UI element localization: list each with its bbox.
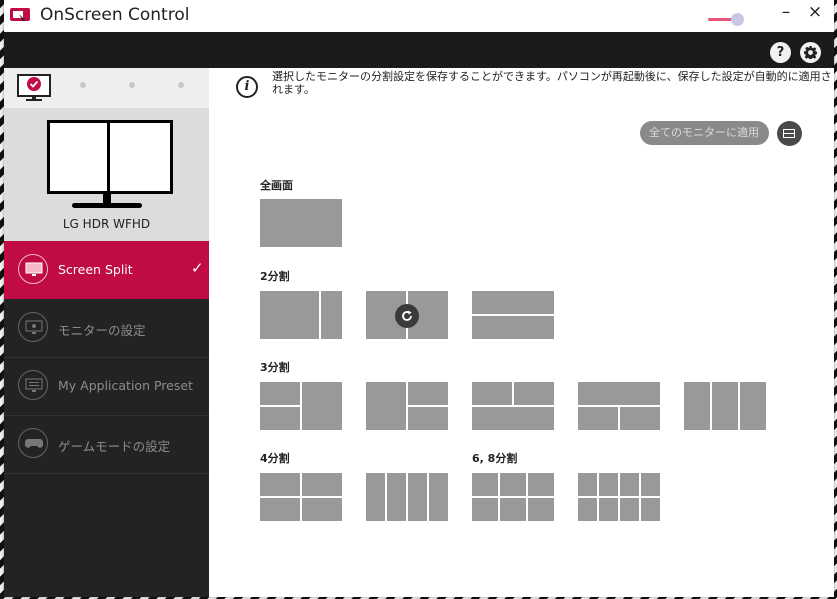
layout-4-split-grid[interactable] — [260, 473, 342, 521]
monitor-preview-screen — [47, 120, 173, 194]
sidebar-item-game-mode[interactable]: ゲームモードの設定 — [4, 415, 209, 474]
help-button[interactable]: ? — [770, 42, 791, 63]
sidebar-item-label: ゲームモードの設定 — [58, 439, 171, 454]
screen-split-icon — [18, 254, 48, 284]
sidebar-item-label: モニターの設定 — [58, 323, 146, 338]
selected-monitor-icon[interactable] — [17, 74, 51, 102]
brightness-slider[interactable] — [708, 13, 750, 26]
monitor-settings-icon — [18, 312, 48, 342]
gamepad-icon — [18, 428, 48, 458]
brightness-knob[interactable] — [730, 13, 744, 26]
monitor-preview: LG HDR WFHD — [4, 108, 209, 241]
checkmark-icon: ✓ — [191, 259, 204, 277]
monitor-selector — [4, 68, 209, 108]
layout-3-split-columns[interactable] — [684, 382, 766, 430]
minimize-button[interactable]: – — [775, 2, 797, 22]
layout-3-split-bottom-large[interactable] — [472, 382, 554, 430]
monitor-dot-4[interactable] — [178, 82, 184, 88]
monitor-name: LG HDR WFHD — [62, 217, 151, 231]
section-four-split: 4分割 — [260, 452, 290, 465]
rotate-icon[interactable] — [395, 304, 419, 328]
gear-icon — [804, 46, 818, 60]
layout-3-split-right-large[interactable] — [260, 382, 342, 430]
monitor-dot-2[interactable] — [80, 82, 86, 88]
settings-button[interactable] — [800, 42, 821, 63]
info-icon: i — [236, 76, 258, 98]
sidebar: LG HDR WFHD Screen Split ✓ モニターの設定 My Ap… — [4, 68, 209, 597]
app-title: OnScreen Control — [40, 5, 190, 25]
layout-6-split[interactable] — [472, 473, 554, 521]
section-three-split: 3分割 — [260, 361, 290, 374]
layout-3-split-left-large[interactable] — [366, 382, 448, 430]
layout-8-split[interactable] — [578, 473, 660, 521]
layout-2-split-wide-left[interactable] — [260, 291, 342, 339]
main-content: i 選択したモニターの分割設定を保存することができます。パソコンが再起動後に、保… — [209, 68, 834, 597]
monitor-dot-3[interactable] — [129, 82, 135, 88]
sidebar-item-label: My Application Preset — [58, 378, 193, 393]
layout-2-split-vertical[interactable] — [366, 291, 448, 339]
layout-2-split-horizontal[interactable] — [472, 291, 554, 339]
section-two-split: 2分割 — [260, 270, 290, 283]
section-full-screen: 全画面 — [260, 179, 293, 192]
close-button[interactable]: × — [804, 2, 826, 22]
title-bar: OnScreen Control – × — [4, 0, 834, 32]
app-logo-icon — [10, 8, 30, 21]
layout-4-split-columns[interactable] — [366, 473, 448, 521]
sidebar-item-monitor-settings[interactable]: モニターの設定 — [4, 299, 209, 358]
sidebar-item-app-preset[interactable]: My Application Preset — [4, 357, 209, 416]
sidebar-item-label: Screen Split — [58, 262, 133, 277]
app-window: OnScreen Control – × ? LG HDR WFHD Scree… — [4, 0, 834, 597]
sidebar-item-screen-split[interactable]: Screen Split ✓ — [4, 241, 209, 299]
app-preset-icon — [18, 370, 48, 400]
layout-full-screen[interactable] — [260, 199, 342, 247]
monitor-stand-foot — [72, 203, 142, 208]
header-strip — [4, 32, 834, 68]
layout-toggle-button[interactable] — [777, 121, 802, 146]
apply-all-monitors-button[interactable]: 全てのモニターに適用 — [640, 121, 769, 145]
layout-3-split-top-large[interactable] — [578, 382, 660, 430]
info-message: 選択したモニターの分割設定を保存することができます。パソコンが再起動後に、保存し… — [272, 70, 832, 96]
section-six-eight-split: 6, 8分割 — [472, 452, 518, 465]
